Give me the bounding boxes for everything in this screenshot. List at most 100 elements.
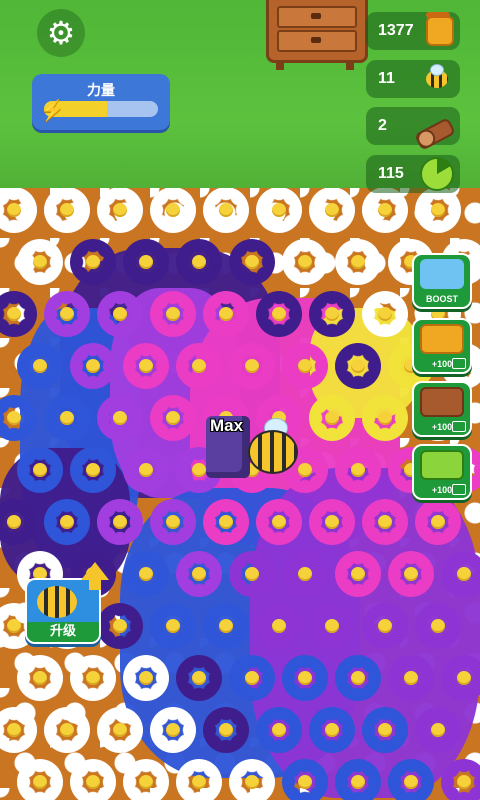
flower <box>70 343 116 389</box>
flower <box>415 707 461 753</box>
video-ad-icon <box>452 484 466 495</box>
flower <box>415 499 461 545</box>
flower <box>176 239 222 285</box>
flower <box>282 343 328 389</box>
leaf-reward-button[interactable]: +100 <box>412 444 472 500</box>
flower <box>335 759 381 800</box>
honey-value: 1377 <box>378 22 414 39</box>
log-counter: 2 <box>366 107 460 151</box>
flower <box>415 603 461 649</box>
boost-button[interactable]: BOOST <box>412 253 472 309</box>
log-reward-button[interactable]: +100 <box>412 381 472 437</box>
flower <box>17 343 63 389</box>
flower <box>176 343 222 389</box>
honey-jar-icon <box>420 324 464 354</box>
flower <box>362 603 408 649</box>
flower-field[interactable] <box>0 188 480 800</box>
flower <box>229 239 275 285</box>
hive-leg <box>276 60 284 70</box>
beehive <box>266 0 368 63</box>
flower <box>362 291 408 337</box>
flower <box>415 188 461 233</box>
flower <box>309 707 355 753</box>
gear-icon: ⚙ <box>46 15 76 51</box>
flower <box>123 239 169 285</box>
flower <box>123 759 169 800</box>
flower <box>123 343 169 389</box>
power-label: 力量 <box>87 82 115 98</box>
flower <box>150 603 196 649</box>
flower <box>44 499 90 545</box>
flower <box>17 655 63 701</box>
flower <box>0 707 37 753</box>
flower <box>0 188 37 233</box>
flower <box>256 707 302 753</box>
flower <box>256 603 302 649</box>
boost-label: BOOST <box>425 294 458 304</box>
flower <box>44 188 90 233</box>
flower <box>362 707 408 753</box>
pollen-pie-icon <box>420 157 454 191</box>
flower <box>97 188 143 233</box>
bee-icon <box>37 586 77 618</box>
upgrade-arrow-stem <box>89 578 101 590</box>
flower <box>335 655 381 701</box>
pollen-value: 115 <box>378 165 404 182</box>
bee-counter: 11 <box>366 60 460 98</box>
flower <box>362 499 408 545</box>
flower <box>229 343 275 389</box>
hive-leg <box>346 60 354 70</box>
flower <box>176 655 222 701</box>
flower <box>97 291 143 337</box>
flower <box>282 655 328 701</box>
honey-reward-button[interactable]: +100 <box>412 318 472 374</box>
flower <box>282 759 328 800</box>
flower <box>229 655 275 701</box>
flower <box>309 395 355 441</box>
settings-button[interactable]: ⚙ <box>37 9 85 57</box>
flower <box>97 395 143 441</box>
flower <box>309 499 355 545</box>
flower <box>282 551 328 597</box>
flower <box>441 655 480 701</box>
flower <box>335 239 381 285</box>
video-ad-icon <box>452 358 466 369</box>
flower <box>309 291 355 337</box>
flower <box>256 291 302 337</box>
flower <box>150 499 196 545</box>
flower <box>203 707 249 753</box>
upgrade-label: 升级 <box>49 623 76 638</box>
flower <box>441 759 480 800</box>
flower <box>176 551 222 597</box>
flower <box>335 551 381 597</box>
flower <box>123 655 169 701</box>
player-bee <box>248 430 298 474</box>
flower <box>44 291 90 337</box>
flower <box>203 499 249 545</box>
flower <box>123 551 169 597</box>
flower <box>150 395 196 441</box>
flower <box>176 759 222 800</box>
flower <box>44 395 90 441</box>
flower <box>282 239 328 285</box>
flower <box>150 707 196 753</box>
power-meter: 力量 ⚡ <box>32 74 170 130</box>
honey-counter: 1377 <box>366 12 460 50</box>
flower <box>0 291 37 337</box>
flower <box>17 759 63 800</box>
flower <box>335 343 381 389</box>
flower <box>70 655 116 701</box>
flower <box>335 447 381 493</box>
flower <box>309 603 355 649</box>
flower <box>203 291 249 337</box>
flower <box>388 655 434 701</box>
flower <box>150 291 196 337</box>
flower <box>70 759 116 800</box>
flower <box>441 551 480 597</box>
flower <box>229 551 275 597</box>
flower <box>97 603 143 649</box>
flower <box>44 707 90 753</box>
flower <box>97 707 143 753</box>
honey-jar-icon <box>426 12 454 46</box>
log-value: 2 <box>378 117 387 134</box>
